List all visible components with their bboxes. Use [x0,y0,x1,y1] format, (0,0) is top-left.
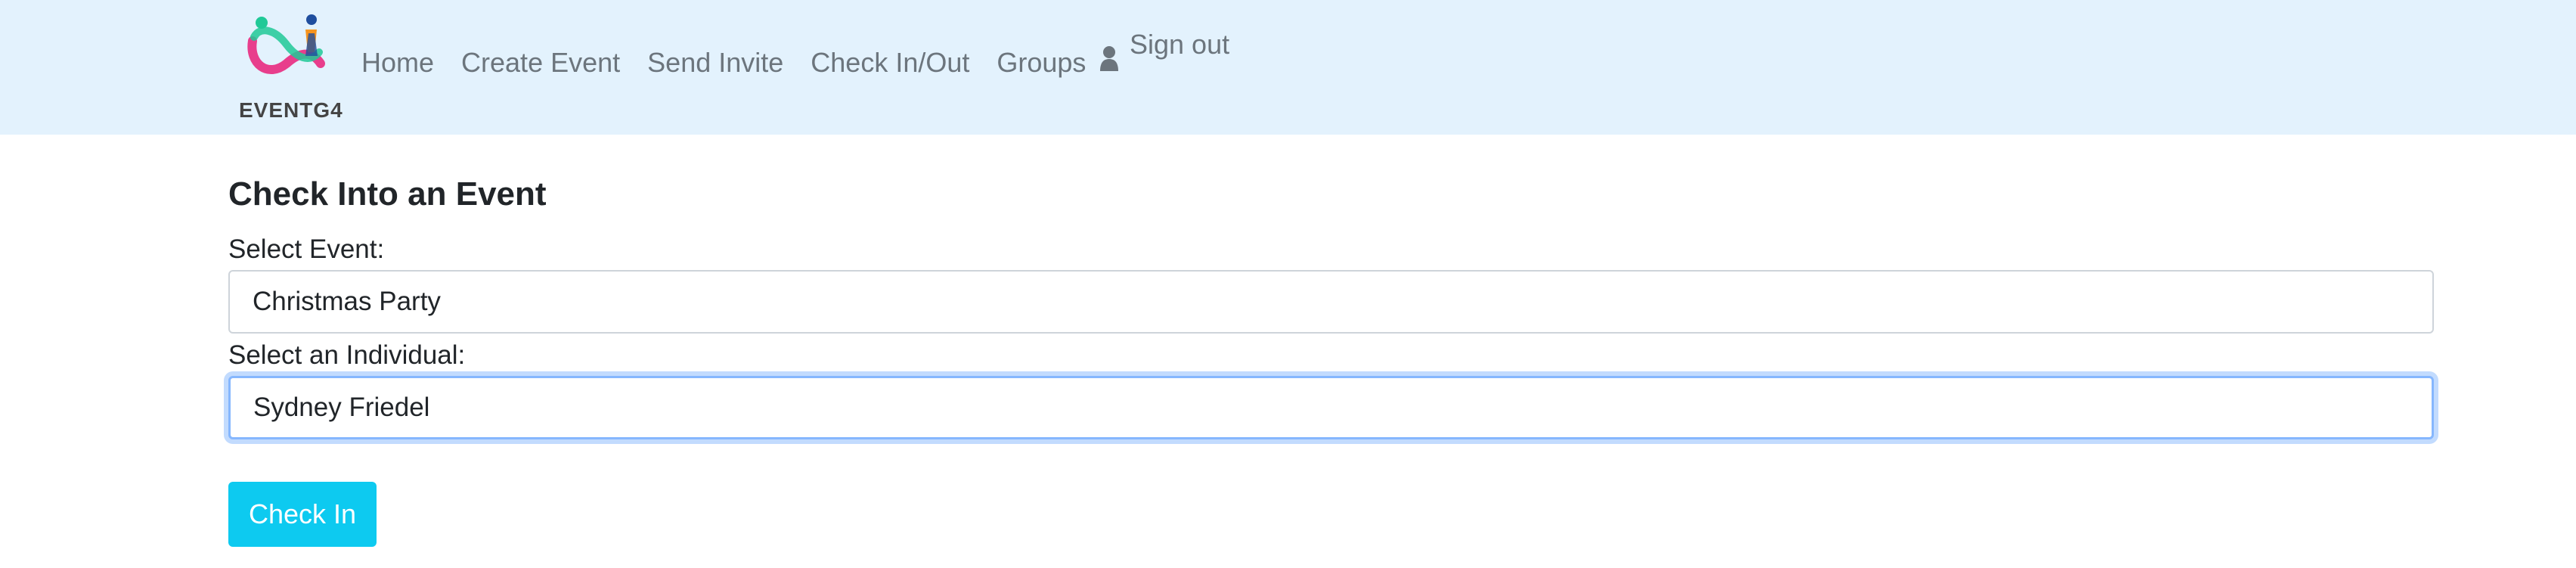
eventg4-logo-icon [247,14,325,74]
nav-item-home[interactable]: Home [361,47,434,79]
top-navbar: EVENTG4 Home Create Event Send Invite Ch… [0,0,2576,135]
nav-item-send-invite[interactable]: Send Invite [647,47,783,79]
sign-out-link[interactable]: Sign out [1099,29,1229,71]
user-icon [1100,46,1118,71]
sign-out-label: Sign out [1130,29,1230,60]
individual-input[interactable] [228,376,2434,439]
individual-label: Select an Individual: [228,340,466,370]
brand-name: EVENTG4 [239,98,343,122]
check-in-button[interactable]: Check In [228,482,377,547]
nav-item-create-event[interactable]: Create Event [461,47,620,79]
nav-item-check-in-out[interactable]: Check In/Out [811,47,969,79]
event-input[interactable] [228,270,2434,334]
event-label: Select Event: [228,234,385,264]
brand-logo[interactable]: EVENTG4 [237,11,343,122]
nav-links: Home Create Event Send Invite Check In/O… [361,44,1113,82]
page-title: Check Into an Event [228,175,547,213]
nav-item-groups[interactable]: Groups [997,47,1086,79]
